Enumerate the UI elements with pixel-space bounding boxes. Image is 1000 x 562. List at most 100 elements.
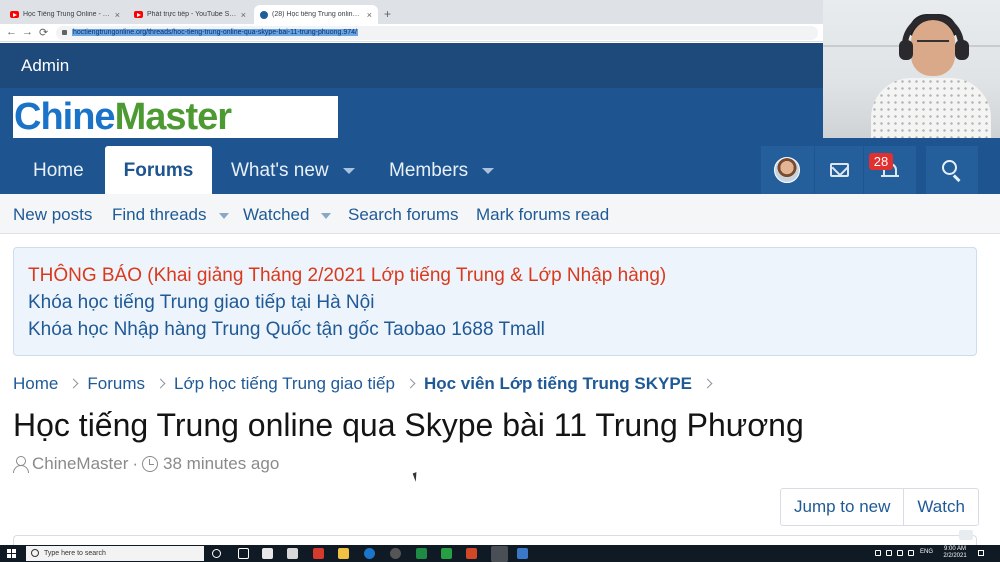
edge-icon[interactable] [364, 548, 375, 559]
subnav-mark-forums-read[interactable]: Mark forums read [476, 205, 609, 225]
tab-title: Học Tiếng Trung Online - YouTube [23, 11, 111, 18]
url-text: hoctiengtrungonline.org/threads/hoc-tien… [72, 29, 358, 36]
thread-actions: Jump to new Watch [780, 488, 979, 526]
taskbar: Type here to search ENG 9:00 AM 2/2/2021 [0, 545, 1000, 562]
browser-tab-strip: Học Tiếng Trung Online - YouTube × Phát … [0, 0, 823, 24]
admin-link[interactable]: Admin [21, 56, 69, 76]
jump-to-new-button[interactable]: Jump to new [781, 489, 903, 525]
forward-icon[interactable]: → [22, 26, 33, 38]
logo-text-part1: Chine [14, 96, 116, 138]
logo-text-part2: Master [114, 96, 232, 138]
breadcrumb-category[interactable]: Lớp học tiếng Trung giao tiếp [174, 374, 395, 394]
chevron-right-icon [405, 378, 416, 388]
browser-toolbar: ← → ⟳ hoctiengtrungonline.org/threads/ho… [0, 24, 823, 42]
nav-forums-label: Forums [123, 160, 194, 181]
nav-home[interactable]: Home [33, 146, 84, 194]
search-icon[interactable] [942, 160, 962, 182]
close-icon[interactable]: × [115, 10, 120, 20]
chevron-right-icon [702, 378, 713, 388]
mouse-cursor-icon [412, 471, 423, 482]
battery-icon[interactable] [908, 550, 914, 556]
nav-forums[interactable]: Forums [105, 146, 212, 194]
chevron-down-icon[interactable] [482, 167, 495, 174]
site-logo[interactable]: ChineMaster [13, 96, 338, 138]
language-indicator[interactable]: ENG [920, 549, 933, 555]
chevron-right-icon [68, 378, 79, 388]
chevron-right-icon [155, 378, 166, 388]
post-container [13, 535, 977, 545]
notice-headline[interactable]: THÔNG BÁO (Khai giảng Tháng 2/2021 Lớp t… [28, 262, 976, 289]
notice-link-import-course[interactable]: Khóa học Nhập hàng Trung Quốc tận gốc Ta… [28, 316, 976, 343]
nav-members[interactable]: Members [389, 146, 495, 194]
tab-title: (28) Học tiếng Trung online qua [272, 11, 363, 18]
watch-button[interactable]: Watch [903, 489, 978, 525]
breadcrumb-forums[interactable]: Forums [87, 374, 145, 394]
chevron-down-icon[interactable] [218, 212, 229, 219]
chevron-down-icon[interactable] [342, 167, 355, 174]
browser-tab[interactable]: Học Tiếng Trung Online - YouTube × [4, 5, 126, 24]
breadcrumb-home[interactable]: Home [13, 374, 58, 394]
address-bar[interactable]: hoctiengtrungonline.org/threads/hoc-tien… [56, 26, 818, 40]
subnav-new-posts[interactable]: New posts [13, 205, 92, 225]
watermark-icon [959, 530, 973, 540]
nav-members-label: Members [389, 160, 469, 181]
notice-link-communication-course[interactable]: Khóa học tiếng Trung giao tiếp tại Hà Nộ… [28, 289, 976, 316]
thread-author[interactable]: ChineMaster [32, 454, 128, 474]
chrome-icon[interactable] [491, 546, 508, 562]
subnav-watched-label: Watched [243, 205, 310, 224]
taskbar-search[interactable]: Type here to search [26, 546, 204, 561]
excel-icon[interactable] [416, 548, 427, 559]
thread-meta: ChineMaster · 38 minutes ago [13, 454, 279, 474]
browser-tab[interactable]: Phát trực tiếp - YouTube Studio × [128, 5, 252, 24]
notifications-icon[interactable] [978, 550, 984, 556]
mail-icon[interactable] [830, 163, 849, 177]
app-icon[interactable] [441, 548, 452, 559]
store-icon[interactable] [262, 548, 273, 559]
subnav-find-threads-label: Find threads [112, 205, 207, 224]
user-icon [13, 456, 29, 473]
task-view-icon[interactable] [238, 548, 249, 559]
notice-box: THÔNG BÁO (Khai giảng Tháng 2/2021 Lớp t… [13, 247, 977, 356]
windows-start-icon[interactable] [7, 549, 16, 558]
folder-icon[interactable] [338, 548, 349, 559]
close-icon[interactable]: × [241, 10, 246, 20]
tab-title: Phát trực tiếp - YouTube Studio [147, 11, 237, 18]
page-title: Học tiếng Trung online qua Skype bài 11 … [13, 407, 804, 443]
avatar[interactable] [774, 157, 800, 183]
reload-icon[interactable]: ⟳ [39, 26, 48, 39]
breadcrumb-forum[interactable]: Học viên Lớp tiếng Trung SKYPE [424, 374, 692, 394]
browser-tab-active[interactable]: (28) Học tiếng Trung online qua × [254, 5, 378, 24]
subnav-find-threads[interactable]: Find threads [112, 205, 229, 225]
nav-whats-new[interactable]: What's new [231, 146, 355, 194]
tray-icon[interactable] [875, 550, 881, 556]
powerpoint-icon[interactable] [466, 548, 477, 559]
network-icon[interactable] [886, 550, 892, 556]
clock-date: 2/2/2021 [943, 553, 967, 559]
clock-icon [142, 456, 159, 472]
meta-separator: · [132, 454, 139, 473]
youtube-icon [10, 11, 19, 18]
sub-nav: New posts Find threads Watched Search fo… [0, 194, 1000, 234]
subnav-watched[interactable]: Watched [243, 205, 332, 225]
notification-badge: 28 [869, 153, 893, 170]
app-icon[interactable] [313, 548, 324, 559]
taskbar-clock[interactable]: 9:00 AM 2/2/2021 [938, 546, 972, 560]
cortana-icon[interactable] [212, 549, 221, 558]
subnav-search-forums[interactable]: Search forums [348, 205, 459, 225]
lock-icon [62, 30, 67, 35]
obs-icon[interactable] [390, 548, 401, 559]
new-tab-button[interactable]: + [384, 7, 391, 21]
volume-icon[interactable] [897, 550, 903, 556]
clock-time: 9:00 AM [943, 546, 966, 552]
nav-home-label: Home [33, 160, 84, 181]
nav-whats-new-label: What's new [231, 160, 329, 181]
main-nav: Home Forums What's new Members [0, 146, 1000, 194]
mail-app-icon[interactable] [287, 548, 298, 559]
site-icon [260, 10, 268, 19]
breadcrumb: Home Forums Lớp học tiếng Trung giao tiế… [13, 373, 721, 395]
chevron-down-icon[interactable] [321, 212, 332, 219]
app-icon[interactable] [517, 548, 528, 559]
back-icon[interactable]: ← [6, 26, 17, 38]
thread-time[interactable]: 38 minutes ago [163, 454, 279, 474]
close-icon[interactable]: × [367, 10, 372, 20]
